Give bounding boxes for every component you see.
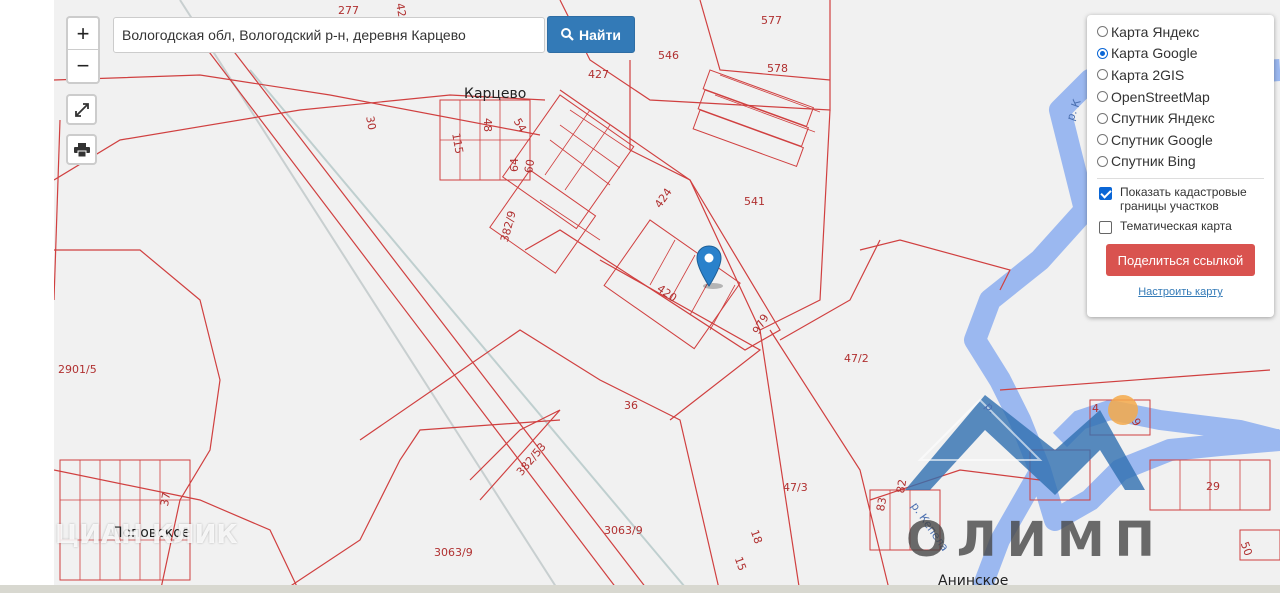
parcel-label: 82 — [894, 478, 910, 495]
layer-option-yandex-satellite[interactable]: Спутник Яндекс — [1097, 107, 1274, 129]
zoom-out-button[interactable]: − — [68, 50, 98, 81]
expand-icon — [74, 102, 89, 117]
print-button[interactable] — [66, 134, 97, 165]
find-button-label: Найти — [579, 26, 621, 43]
layer-option-google-map[interactable]: Карта Google — [1097, 43, 1274, 65]
radio-icon — [1097, 155, 1108, 167]
parcel-label: 29 — [1206, 480, 1220, 493]
zoom-control: + − — [66, 16, 100, 84]
checkbox-checked-icon — [1099, 187, 1112, 201]
address-search-input[interactable] — [113, 17, 545, 53]
divider — [1097, 178, 1264, 180]
parcel-label: 64 — [508, 158, 521, 172]
parcel-label: 37 — [158, 491, 174, 508]
cian-watermark: ЦИАН КЛИК — [55, 520, 238, 550]
parcel-label: 83 — [874, 496, 890, 513]
parcel-label: 36 — [624, 399, 638, 412]
cadastral-borders-checkbox[interactable]: Показать кадастровые границы участков — [1097, 185, 1274, 213]
radio-icon — [1097, 91, 1108, 103]
search-icon — [561, 28, 574, 41]
parcel-label: 277 — [338, 4, 359, 17]
olimp-watermark: ОЛИМП — [906, 512, 1165, 568]
radio-icon — [1097, 112, 1108, 124]
checkbox-icon — [1099, 221, 1112, 235]
parcel-label: 3063/9 — [604, 524, 643, 537]
parcel-label: 47/2 — [844, 352, 869, 365]
parcel-label: 578 — [767, 62, 788, 75]
parcel-label: 541 — [744, 195, 765, 208]
parcel-label: 60 — [522, 158, 538, 175]
place-name: Карцево — [464, 86, 527, 102]
printer-icon — [73, 142, 90, 157]
configure-map-link[interactable]: Настроить карту — [1097, 286, 1264, 298]
layer-option-google-satellite[interactable]: Спутник Google — [1097, 129, 1274, 151]
bottom-strip — [0, 585, 1280, 593]
radio-icon — [1097, 69, 1108, 81]
parcel-label: 30 — [363, 115, 379, 132]
map-marker-icon — [696, 245, 723, 289]
layer-option-openstreetmap[interactable]: OpenStreetMap — [1097, 86, 1274, 108]
parcel-label: 546 — [658, 49, 679, 62]
layer-option-bing-satellite[interactable]: Спутник Bing — [1097, 151, 1274, 173]
thematic-map-checkbox[interactable]: Тематическая карта — [1097, 219, 1274, 235]
parcel-label: 577 — [761, 14, 782, 27]
fullscreen-button[interactable] — [66, 94, 97, 125]
radio-icon — [1097, 134, 1108, 146]
radio-icon — [1097, 26, 1108, 38]
parcel-label: 4 — [1092, 402, 1099, 415]
parcel-label: 47/3 — [783, 481, 808, 494]
parcel-label: 3063/9 — [434, 546, 473, 559]
parcel-label: 42 — [393, 2, 409, 19]
layer-option-2gis-map[interactable]: Карта 2GIS — [1097, 64, 1274, 86]
parcel-label: 427 — [588, 68, 609, 81]
parcel-label: 2901/5 — [58, 363, 97, 376]
radio-selected-icon — [1097, 47, 1108, 59]
share-link-button[interactable]: Поделиться ссылкой — [1106, 244, 1255, 277]
layer-option-yandex-map[interactable]: Карта Яндекс — [1097, 21, 1274, 43]
parcel-label: 48 — [481, 118, 494, 132]
find-button[interactable]: Найти — [547, 16, 635, 53]
map-layers-panel: Карта Яндекс Карта Google Карта 2GIS Ope… — [1087, 15, 1274, 317]
cadastral-borders-label: Показать кадастровые границы участков — [1120, 185, 1247, 214]
zoom-in-button[interactable]: + — [68, 18, 98, 50]
thematic-map-label: Тематическая карта — [1120, 219, 1232, 234]
